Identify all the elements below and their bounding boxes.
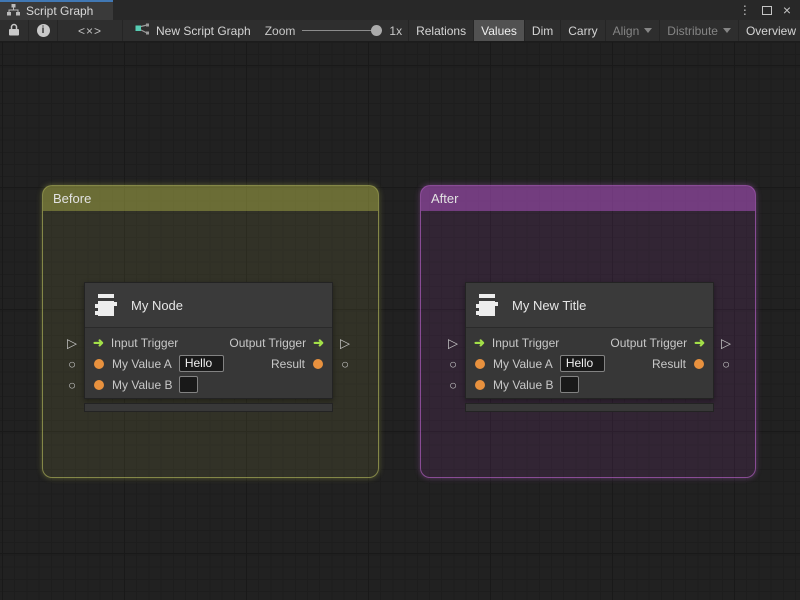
- info-icon: i: [36, 24, 50, 37]
- flow-arrow-icon[interactable]: ➜: [313, 336, 324, 349]
- title-bar: Script Graph ⋮ ×: [0, 0, 800, 20]
- code-icon: <×>: [77, 23, 103, 38]
- close-icon[interactable]: ×: [783, 3, 791, 17]
- zoom-slider-handle[interactable]: [371, 25, 383, 36]
- zoom-value: 1x: [389, 23, 403, 38]
- relations-button[interactable]: Relations: [409, 20, 473, 41]
- output-trigger-label: Output Trigger: [610, 335, 688, 350]
- graph-name-label: New Script Graph: [156, 23, 251, 38]
- value-a-port[interactable]: ○: [445, 357, 461, 370]
- node-header[interactable]: My Node: [85, 283, 332, 328]
- result-port[interactable]: ○: [337, 357, 353, 370]
- carry-button[interactable]: Carry: [561, 20, 604, 41]
- dim-button[interactable]: Dim: [525, 20, 560, 41]
- code-view-button[interactable]: <×>: [58, 20, 122, 41]
- node-header[interactable]: My New Title: [466, 283, 713, 328]
- output-trigger-port[interactable]: ▷: [718, 336, 734, 349]
- tab-label: Script Graph: [26, 4, 94, 18]
- node-footer: [84, 403, 333, 412]
- value-b-row: ○ My Value B: [449, 374, 713, 395]
- flow-arrow-icon[interactable]: ➜: [694, 336, 705, 349]
- value-port-icon[interactable]: [94, 358, 104, 369]
- node-footer: [465, 403, 714, 412]
- values-button[interactable]: Values: [474, 20, 524, 41]
- value-b-label: My Value B: [493, 377, 554, 392]
- lock-icon: [8, 23, 20, 39]
- node-body: ▷ ➜ Input Trigger Output Trigger ➜ ▷ ○ M…: [448, 328, 731, 398]
- trigger-row: ▷ ➜ Input Trigger Output Trigger ➜ ▷: [448, 332, 731, 353]
- output-trigger-port[interactable]: ▷: [337, 336, 353, 349]
- node-body: ▷ ➜ Input Trigger Output Trigger ➜ ▷ ○ M…: [67, 328, 350, 398]
- value-port-icon[interactable]: [94, 379, 104, 390]
- group-before-header[interactable]: Before: [43, 186, 378, 211]
- graph-name-area: New Script Graph: [123, 20, 259, 41]
- value-a-label: My Value A: [112, 356, 172, 371]
- maximize-icon[interactable]: [761, 5, 772, 15]
- output-trigger-label: Output Trigger: [229, 335, 307, 350]
- zoom-label: Zoom: [264, 23, 296, 38]
- node-title: My Node: [131, 297, 184, 313]
- zoom-slider[interactable]: [302, 25, 383, 36]
- value-a-port[interactable]: ○: [64, 357, 80, 370]
- input-trigger-label: Input Trigger: [110, 335, 179, 350]
- zoom-control: Zoom 1x: [259, 20, 408, 41]
- value-port-icon[interactable]: [475, 358, 485, 369]
- chevron-down-icon: [722, 28, 731, 33]
- lock-button[interactable]: [0, 20, 28, 41]
- result-port[interactable]: ○: [718, 357, 734, 370]
- group-title: After: [431, 191, 459, 206]
- value-a-row: ○ My Value A Hello Result ○: [68, 353, 349, 374]
- node-my-new-title[interactable]: My New Title ▷ ➜ Input Trigger Output Tr…: [448, 282, 731, 412]
- hierarchy-icon: [7, 3, 20, 19]
- overview-button[interactable]: Overview: [739, 20, 800, 41]
- value-port-icon[interactable]: [313, 358, 323, 369]
- flow-arrow-icon[interactable]: ➜: [93, 336, 104, 349]
- input-trigger-port[interactable]: ▷: [64, 336, 80, 349]
- result-label: Result: [270, 356, 305, 371]
- value-b-input[interactable]: [560, 376, 580, 393]
- unit-icon: [474, 292, 500, 319]
- node-my-node[interactable]: My Node ▷ ➜ Input Trigger Output Trigger…: [67, 282, 350, 412]
- value-a-input[interactable]: Hello: [559, 355, 605, 372]
- distribute-dropdown[interactable]: Distribute: [660, 20, 738, 41]
- info-button[interactable]: i: [29, 20, 57, 41]
- node-main: My Node ▷ ➜ Input Trigger Output Trigger…: [67, 282, 350, 399]
- value-b-port[interactable]: ○: [64, 378, 80, 391]
- value-b-input[interactable]: [179, 376, 199, 393]
- value-a-label: My Value A: [493, 356, 553, 371]
- value-b-row: ○ My Value B: [68, 374, 332, 395]
- group-after-header[interactable]: After: [421, 186, 755, 211]
- unit-icon: [93, 292, 119, 319]
- input-trigger-port[interactable]: ▷: [445, 336, 461, 349]
- tab-script-graph[interactable]: Script Graph: [0, 0, 113, 20]
- graph-canvas[interactable]: Before After My Node ▷ ➜ Input Trigger O…: [0, 42, 800, 600]
- value-b-port[interactable]: ○: [445, 378, 461, 391]
- graph-icon: [135, 23, 150, 39]
- chevron-down-icon: [644, 28, 653, 33]
- menu-icon[interactable]: ⋮: [739, 4, 751, 16]
- window-controls: ⋮ ×: [739, 0, 800, 20]
- value-b-label: My Value B: [112, 377, 173, 392]
- group-title: Before: [53, 191, 92, 206]
- value-port-icon[interactable]: [694, 358, 704, 369]
- flow-arrow-icon[interactable]: ➜: [474, 336, 485, 349]
- align-dropdown[interactable]: Align: [606, 20, 660, 41]
- node-title: My New Title: [512, 297, 587, 313]
- trigger-row: ▷ ➜ Input Trigger Output Trigger ➜ ▷: [67, 332, 350, 353]
- node-main: My New Title ▷ ➜ Input Trigger Output Tr…: [448, 282, 731, 399]
- value-port-icon[interactable]: [475, 379, 485, 390]
- input-trigger-label: Input Trigger: [491, 335, 560, 350]
- result-label: Result: [651, 356, 686, 371]
- value-a-row: ○ My Value A Hello Result ○: [449, 353, 730, 374]
- graph-toolbar: i <×> New Script Graph Zoom 1x Relations…: [0, 20, 800, 42]
- value-a-input[interactable]: Hello: [178, 355, 224, 372]
